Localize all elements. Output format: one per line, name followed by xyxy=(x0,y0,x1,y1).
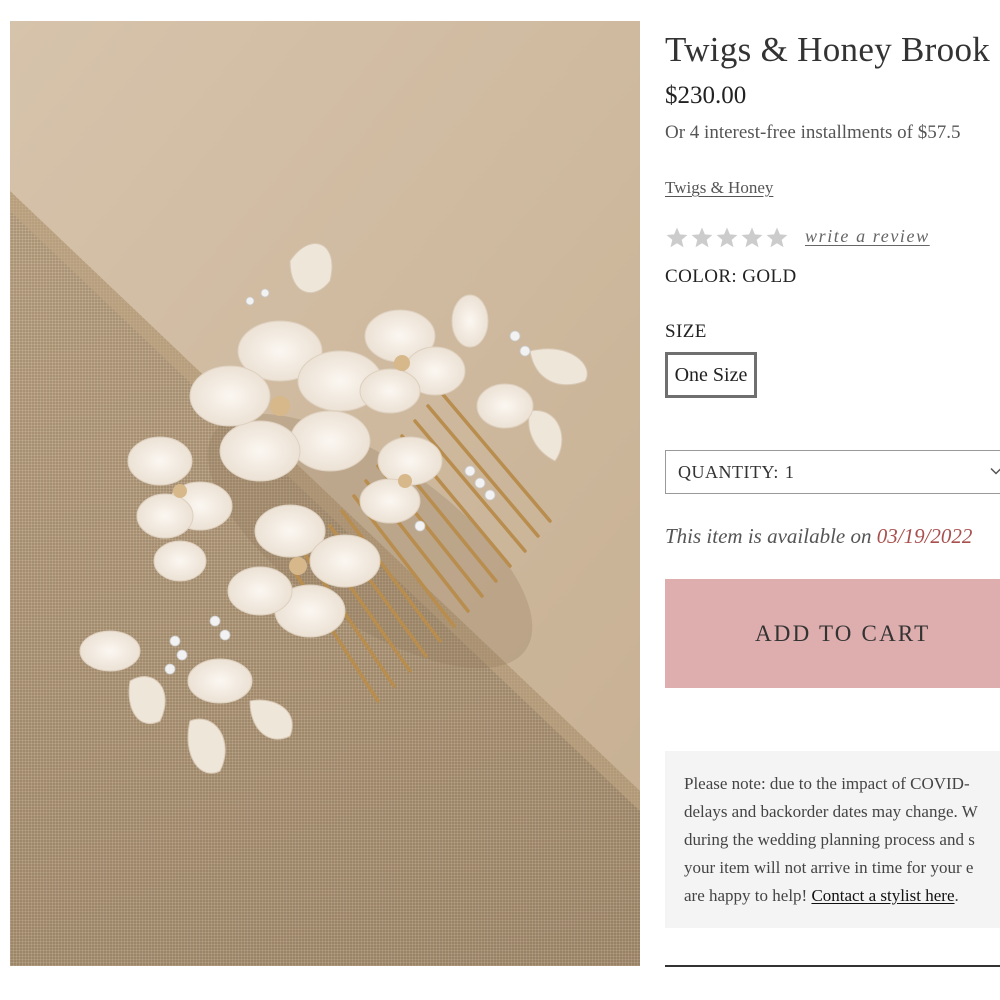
chevron-down-icon xyxy=(990,467,1000,475)
notice-line-text: are happy to help! xyxy=(684,886,812,905)
notice-line: during the wedding planning process and … xyxy=(684,830,975,849)
brand-link[interactable]: Twigs & Honey xyxy=(665,178,773,198)
product-image-illustration xyxy=(10,21,640,811)
contact-stylist-link[interactable]: Contact a stylist here xyxy=(811,886,954,905)
star-icon xyxy=(741,227,763,248)
notice-line: Please note: due to the impact of COVID- xyxy=(684,774,970,793)
size-label: SIZE xyxy=(665,321,707,342)
product-price: $230.00 xyxy=(665,82,747,109)
star-icon xyxy=(716,227,738,248)
product-image xyxy=(10,21,640,966)
notice-line: delays and backorder dates may change. W xyxy=(684,802,978,821)
star-icon xyxy=(766,227,788,248)
product-title: Twigs & Honey Brook xyxy=(665,30,991,69)
notice-line: your item will not arrive in time for yo… xyxy=(684,858,974,877)
notice-line-last: are happy to help! Contact a stylist her… xyxy=(684,882,1000,910)
color-value: GOLD xyxy=(742,266,797,287)
availability-date: 03/19/2022 xyxy=(876,524,973,548)
star-icon xyxy=(691,227,713,248)
quantity-value: 1 xyxy=(784,461,794,482)
color-selection: COLOR: GOLD xyxy=(665,266,797,288)
availability-text: This item is available on xyxy=(665,524,877,548)
covid-notice: Please note: due to the impact of COVID-… xyxy=(665,751,1000,928)
quantity-label: QUANTITY: xyxy=(678,461,779,482)
availability-notice: This item is available on 03/19/2022 xyxy=(665,524,972,549)
quantity-select[interactable]: QUANTITY: 1 xyxy=(665,450,1000,494)
star-icon xyxy=(666,227,688,248)
notice-end: . xyxy=(954,886,959,905)
rating-stars xyxy=(665,226,789,250)
installments-text: Or 4 interest-free installments of $57.5 xyxy=(665,122,961,143)
product-details: Twigs & Honey Brook $230.00 Or 4 interes… xyxy=(665,0,1000,1000)
write-review-link[interactable]: write a review xyxy=(805,226,930,247)
section-divider xyxy=(665,965,1000,967)
size-option-one-size[interactable]: One Size xyxy=(665,352,757,398)
add-to-cart-button[interactable]: ADD TO CART xyxy=(665,579,1000,688)
color-label: COLOR: xyxy=(665,266,738,287)
